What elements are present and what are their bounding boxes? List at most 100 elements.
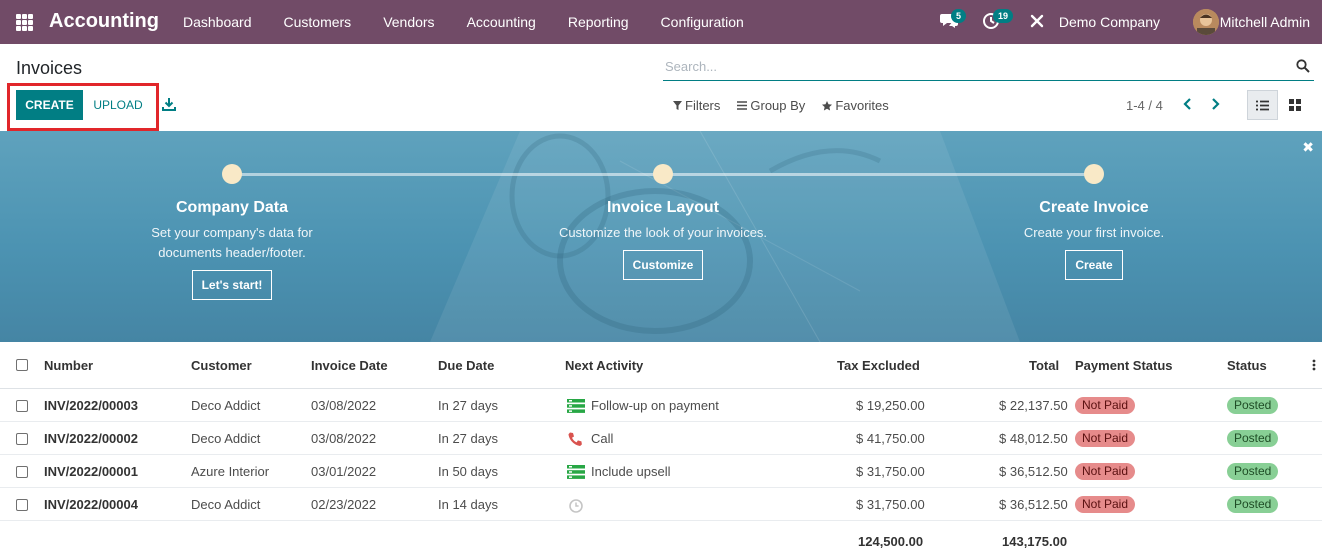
invoice-date: 03/08/2022 xyxy=(311,431,377,446)
filters-label: Filters xyxy=(685,98,721,113)
row-checkbox[interactable] xyxy=(16,499,28,511)
customize-button[interactable]: Customize xyxy=(622,250,704,280)
status-badge: Posted xyxy=(1227,463,1279,480)
tax-excluded-amount: $ 31,750.00 xyxy=(856,497,925,512)
step-create-invoice: Create Invoice Create your first invoice… xyxy=(944,198,1244,280)
star-icon xyxy=(822,100,833,110)
step-description: Set your company's data for documents he… xyxy=(82,223,382,263)
menu-vendors[interactable]: Vendors xyxy=(367,0,450,44)
step-title: Invoice Layout xyxy=(606,199,720,216)
pager-previous-icon[interactable] xyxy=(1181,96,1195,112)
customer-name: Deco Addict xyxy=(191,431,261,446)
due-date: In 14 days xyxy=(438,497,498,512)
activity-summary[interactable]: Call xyxy=(591,431,613,446)
activity-summary[interactable]: Follow-up on payment xyxy=(591,398,719,413)
invoice-number: INV/2022/00003 xyxy=(44,398,138,413)
messages-badge: 5 xyxy=(951,9,967,23)
header-payment-status[interactable]: Payment Status xyxy=(1075,358,1173,373)
invoice-number: INV/2022/00001 xyxy=(44,464,138,479)
messages-icon[interactable]: 5 xyxy=(940,9,967,32)
header-customer[interactable]: Customer xyxy=(191,358,252,373)
customer-name: Deco Addict xyxy=(191,398,261,413)
step-description-line: documents header/footer. xyxy=(158,245,306,260)
table-row[interactable]: INV/2022/00001 Azure Interior 03/01/2022… xyxy=(0,455,1322,488)
invoice-number: INV/2022/00002 xyxy=(44,431,138,446)
header-total[interactable]: Total xyxy=(1029,358,1059,373)
groupby-button[interactable]: Group By xyxy=(737,98,805,113)
optional-columns-icon[interactable] xyxy=(1312,359,1316,371)
kanban-view-button[interactable] xyxy=(1282,90,1308,120)
invoice-date: 02/23/2022 xyxy=(311,497,377,512)
app-menu-grid-icon[interactable] xyxy=(16,14,33,31)
row-checkbox[interactable] xyxy=(16,433,28,445)
list-view-button[interactable] xyxy=(1247,90,1278,120)
menu-reporting[interactable]: Reporting xyxy=(552,0,645,44)
header-number[interactable]: Number xyxy=(44,358,93,373)
menu-configuration[interactable]: Configuration xyxy=(645,0,760,44)
status-badge: Posted xyxy=(1227,496,1279,513)
header-invoice-date[interactable]: Invoice Date xyxy=(311,358,388,373)
due-date: In 27 days xyxy=(438,431,498,446)
close-banner-icon[interactable]: ✖ xyxy=(1302,139,1314,156)
company-switcher[interactable]: Demo Company xyxy=(1059,14,1160,30)
payment-status-badge: Not Paid xyxy=(1075,496,1136,513)
table-footer: 124,500.00 143,175.00 xyxy=(0,521,1322,551)
status-badge: Posted xyxy=(1227,397,1279,414)
search-bar xyxy=(663,54,1314,81)
download-icon[interactable] xyxy=(162,97,176,111)
lets-start-button[interactable]: Let's start! xyxy=(191,270,273,300)
debug-tools-icon[interactable] xyxy=(1030,14,1050,34)
search-icon[interactable] xyxy=(1296,59,1310,73)
table-header: Number Customer Invoice Date Due Date Ne… xyxy=(0,342,1322,389)
activities-clock-icon[interactable]: 19 xyxy=(982,9,1014,32)
step-invoice-layout: Invoice Layout Customize the look of you… xyxy=(513,198,813,280)
customer-name: Azure Interior xyxy=(191,464,270,479)
task-list-icon[interactable] xyxy=(567,398,585,414)
tax-excluded-sum: 124,500.00 xyxy=(858,534,924,549)
groupby-label: Group By xyxy=(750,98,806,113)
row-checkbox[interactable] xyxy=(16,400,28,412)
header-due-date[interactable]: Due Date xyxy=(438,358,494,373)
table-row[interactable]: INV/2022/00003 Deco Addict 03/08/2022 In… xyxy=(0,389,1322,422)
select-all-checkbox[interactable] xyxy=(16,359,28,371)
search-input[interactable] xyxy=(663,54,1283,78)
table-row[interactable]: INV/2022/00002 Deco Addict 03/08/2022 In… xyxy=(0,422,1322,455)
total-amount: $ 36,512.50 xyxy=(999,497,1068,512)
pager-value[interactable]: 1-4 / 4 xyxy=(1126,98,1163,113)
step-dot-invoice xyxy=(1084,164,1104,184)
menu-accounting[interactable]: Accounting xyxy=(451,0,552,44)
payment-status-badge: Not Paid xyxy=(1075,430,1136,447)
user-avatar[interactable] xyxy=(1193,9,1219,35)
create-invoice-banner-button[interactable]: Create xyxy=(1065,250,1123,280)
row-checkbox[interactable] xyxy=(16,466,28,478)
app-name[interactable]: Accounting xyxy=(49,10,159,33)
header-status[interactable]: Status xyxy=(1227,358,1267,373)
task-list-icon[interactable] xyxy=(567,464,585,480)
favorites-button[interactable]: Favorites xyxy=(822,98,889,113)
filters-button[interactable]: Filters xyxy=(673,98,720,113)
table-row[interactable]: INV/2022/00004 Deco Addict 02/23/2022 In… xyxy=(0,488,1322,521)
onboarding-banner: ✖ Company Data Set your company's data f… xyxy=(0,131,1322,342)
kanban-view-icon xyxy=(1289,99,1301,111)
phone-icon[interactable] xyxy=(567,431,585,447)
header-next-activity[interactable]: Next Activity xyxy=(565,358,643,373)
header-tax-excluded[interactable]: Tax Excluded xyxy=(837,358,920,373)
create-button[interactable]: CREATE xyxy=(16,90,83,120)
page-title: Invoices xyxy=(16,58,83,78)
step-dot-company xyxy=(222,164,242,184)
clock-icon[interactable] xyxy=(567,497,585,513)
user-menu[interactable]: Mitchell Admin xyxy=(1220,14,1310,30)
step-dot-layout xyxy=(653,164,673,184)
favorites-label: Favorites xyxy=(835,98,889,113)
step-company-data: Company Data Set your company's data for… xyxy=(82,198,382,300)
pager-next-icon[interactable] xyxy=(1208,96,1222,112)
menu-dashboard[interactable]: Dashboard xyxy=(167,0,268,44)
step-title: Company Data xyxy=(175,199,289,216)
invoice-date: 03/01/2022 xyxy=(311,464,377,479)
menu-customers[interactable]: Customers xyxy=(268,0,368,44)
upload-button[interactable]: UPLOAD xyxy=(84,90,152,120)
activity-summary[interactable]: Include upsell xyxy=(591,464,671,479)
step-description: Customize the look of your invoices. xyxy=(558,225,768,240)
due-date: In 50 days xyxy=(438,464,498,479)
step-description: Create your first invoice. xyxy=(1023,225,1165,240)
